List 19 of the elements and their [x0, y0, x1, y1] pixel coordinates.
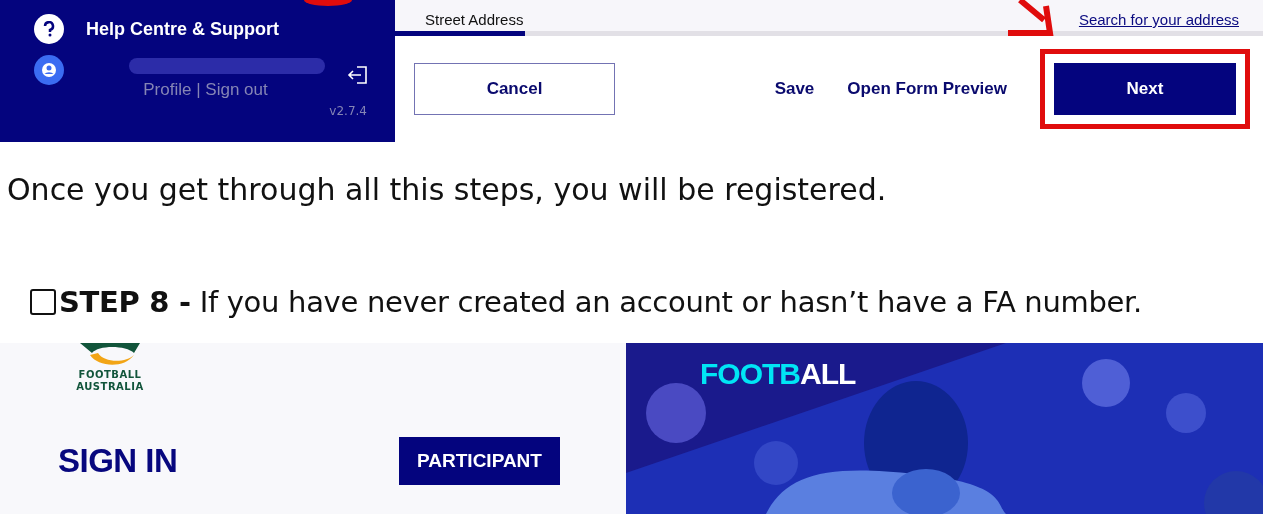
instruction-text: Once you get through all this steps, you will be registered.	[6, 171, 888, 209]
participant-button[interactable]: PARTICIPANT	[399, 437, 560, 485]
logo-text: FOOTBALL AUSTRALIA	[75, 369, 145, 393]
user-avatar-icon	[34, 55, 64, 85]
profile-sign-out-links[interactable]: Profile | Sign out	[143, 80, 268, 100]
football-logo-text: FOOTBALL	[700, 357, 856, 391]
sign-out-icon[interactable]	[347, 66, 367, 84]
field-label: Street Address	[425, 11, 524, 28]
step-text: STEP 8 - If you have never created an account or hasn’t have a FA number.	[59, 284, 1142, 319]
help-centre-link[interactable]: Help Centre & Support	[86, 18, 279, 40]
checkbox[interactable]	[30, 288, 56, 315]
text-button[interactable]: Save	[774, 74, 815, 104]
search-address-link[interactable]: Search for your address	[1078, 11, 1239, 28]
help-icon[interactable]	[34, 14, 64, 44]
version-label: v2.7.4	[329, 104, 367, 118]
next-button[interactable]: Next	[1054, 63, 1236, 115]
cancel-button[interactable]: Cancel	[414, 63, 615, 115]
text-button[interactable]: Open Form Preview	[847, 74, 1007, 104]
sign-in-heading: SIGN IN	[58, 442, 179, 480]
